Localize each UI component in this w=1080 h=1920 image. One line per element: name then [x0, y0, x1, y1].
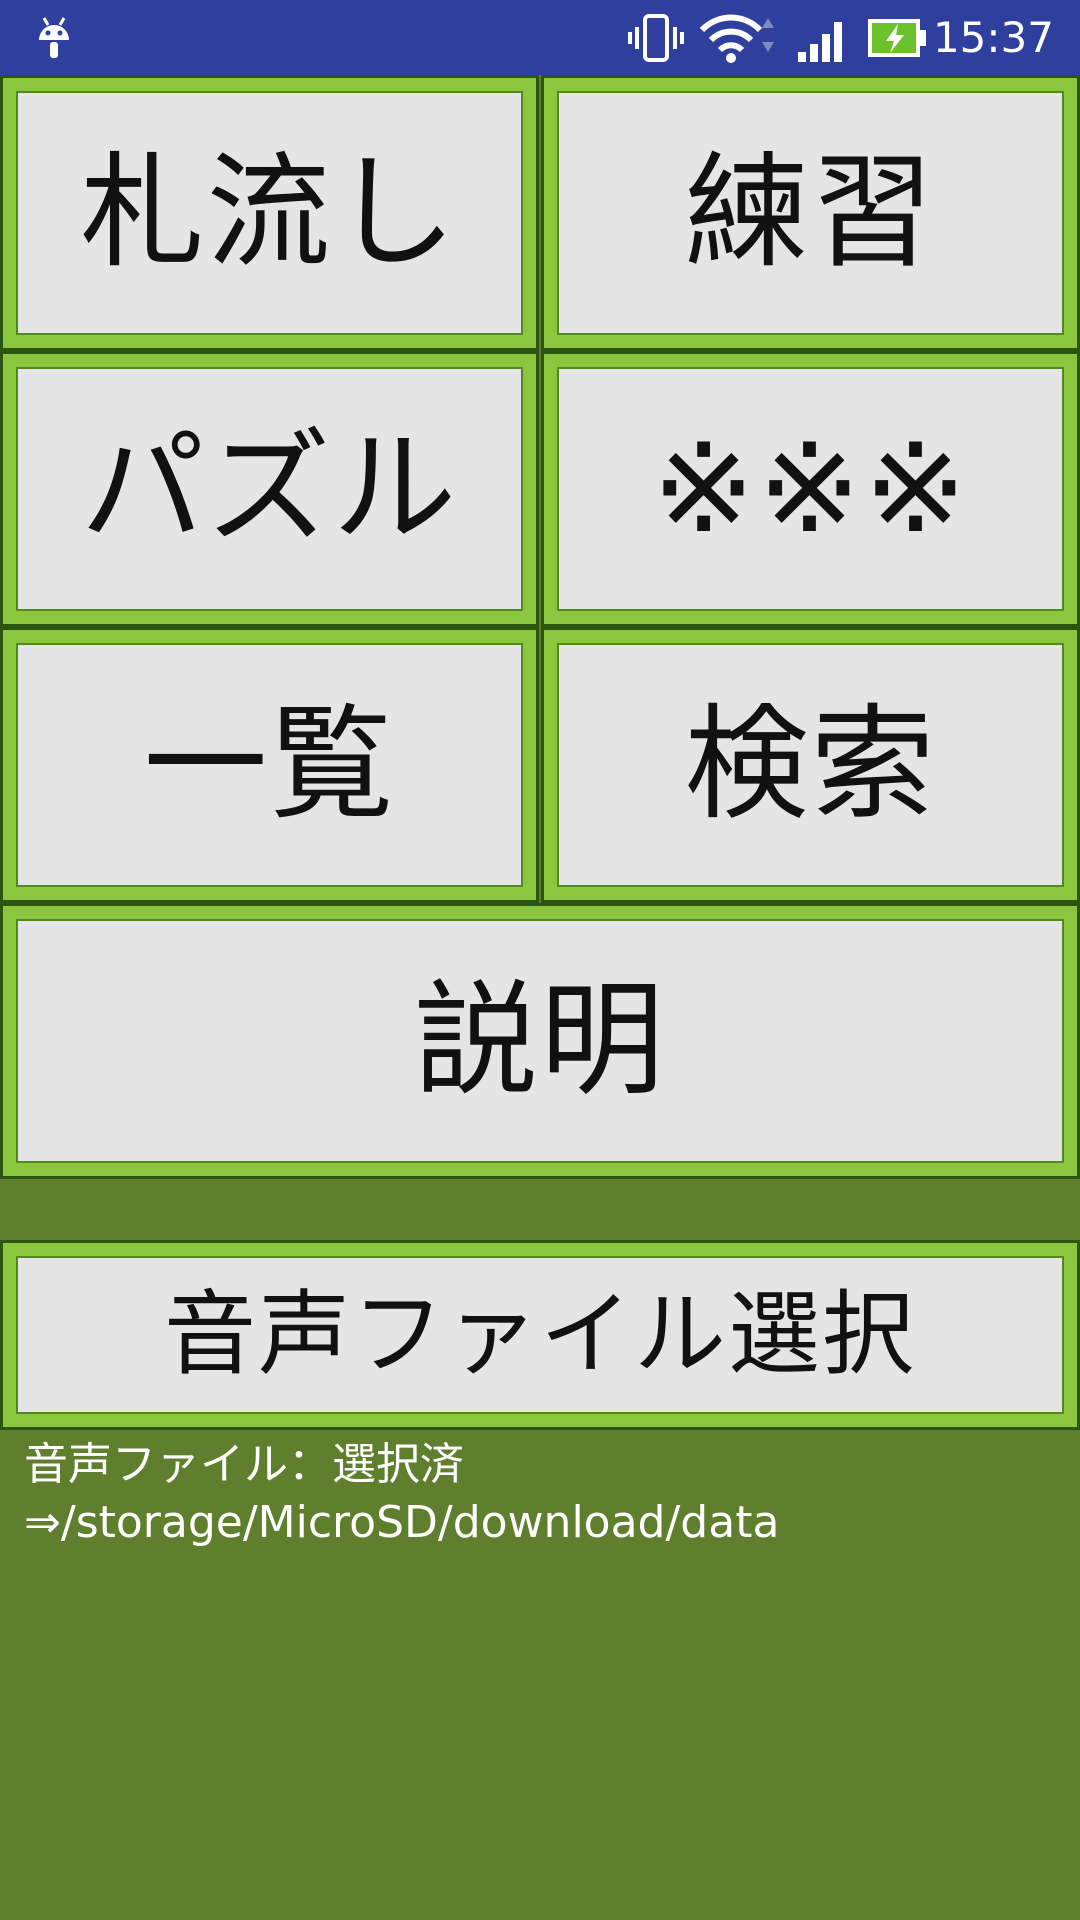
fudanagashi-button[interactable]: 札流し: [0, 75, 539, 351]
setsumei-button[interactable]: 説明: [0, 903, 1080, 1179]
kensaku-label: 検索: [684, 693, 937, 837]
setsumei-label: 説明: [413, 969, 666, 1113]
kensaku-button[interactable]: 検索: [541, 627, 1080, 903]
kensaku-button-face: 検索: [557, 643, 1064, 887]
hidden-mode-label: ※※※: [651, 417, 970, 561]
fudanagashi-button-face: 札流し: [16, 91, 523, 335]
audio-file-select-button-face: 音声ファイル選択: [16, 1256, 1064, 1414]
hidden-mode-button[interactable]: ※※※: [541, 351, 1080, 627]
setsumei-button-face: 説明: [16, 919, 1064, 1163]
audio-file-path: ⇒/storage/MicroSD/download/data: [24, 1497, 780, 1548]
status-clock: 15:37: [932, 13, 1054, 62]
battery-charging-icon: [868, 19, 926, 57]
puzzle-button-face: パズル: [16, 367, 523, 611]
ichiran-button-face: 一覧: [16, 643, 523, 887]
ichiran-button[interactable]: 一覧: [0, 627, 539, 903]
status-bar: 15:37: [0, 0, 1080, 75]
renshu-label: 練習: [684, 141, 937, 285]
hidden-mode-button-face: ※※※: [557, 367, 1064, 611]
audio-file-status: 音声ファイル：選択済 ⇒/storage/MicroSD/download/da…: [24, 1436, 1064, 1552]
wifi-icon: [699, 14, 774, 63]
audio-file-select-button[interactable]: 音声ファイル選択: [0, 1240, 1080, 1430]
signal-icon: [798, 22, 842, 62]
vibrate-icon: [628, 14, 684, 62]
renshu-button[interactable]: 練習: [541, 75, 1080, 351]
renshu-button-face: 練習: [557, 91, 1064, 335]
fudanagashi-label: 札流し: [80, 141, 459, 285]
puzzle-button[interactable]: パズル: [0, 351, 539, 627]
android-icon: [39, 17, 69, 58]
audio-file-status-line: 音声ファイル：選択済: [24, 1439, 464, 1490]
audio-file-select-label: 音声ファイル選択: [163, 1281, 916, 1388]
ichiran-label: 一覧: [143, 693, 396, 837]
puzzle-label: パズル: [80, 417, 459, 561]
